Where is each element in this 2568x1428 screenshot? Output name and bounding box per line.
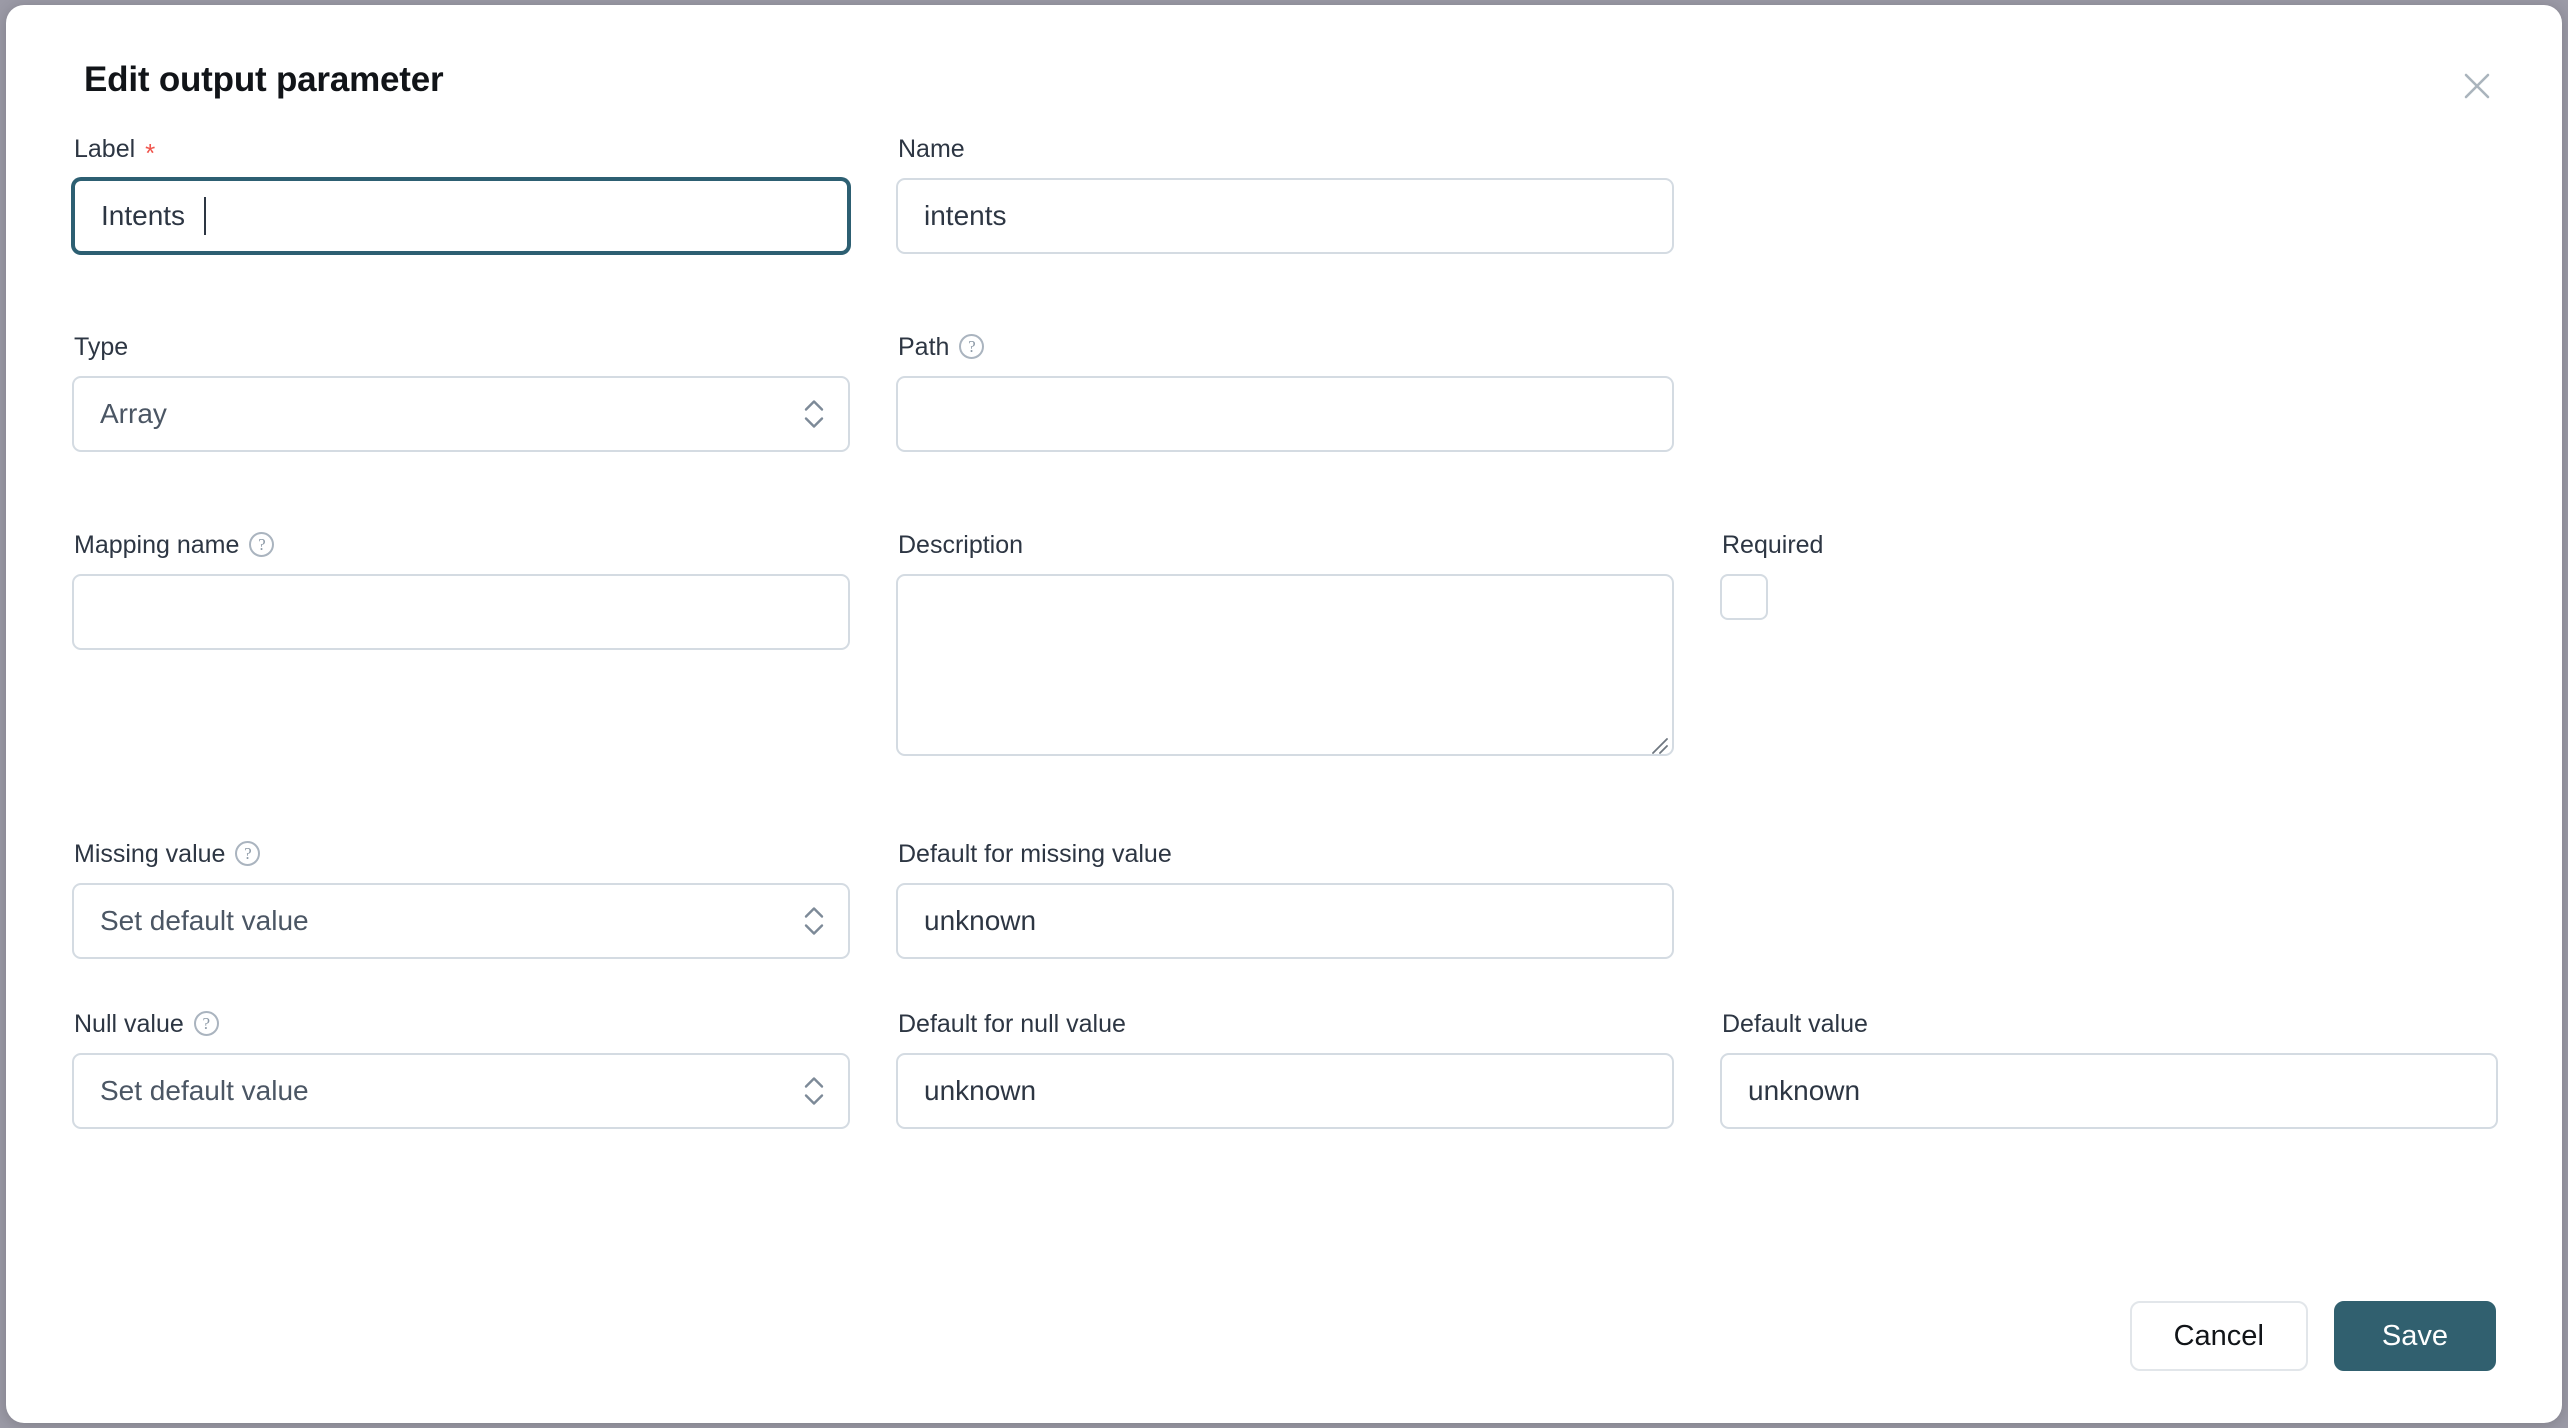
grid-gap [1674,254,1720,332]
close-icon[interactable] [2454,63,2500,109]
grid-empty-cell [1720,761,2498,839]
required-field-caption: Required [1722,530,2498,560]
save-button[interactable]: Save [2334,1301,2496,1371]
grid-empty-cell [1720,452,2498,530]
null-value-field-text: Null value [74,1009,184,1039]
grid-gap [850,254,896,332]
grid-gap [850,1009,896,1129]
grid-gap [1674,1009,1720,1129]
required-asterisk-icon: * [145,140,155,166]
modal-backdrop: Edit output parameter Label * [0,0,2568,1428]
grid-gap [850,959,896,1009]
description-field-text: Description [898,530,1023,560]
field-default-for-missing-value: Default for missing value [896,839,1674,959]
default-value-input[interactable] [1720,1053,2498,1129]
default-for-null-value-text: Default for null value [898,1009,1126,1039]
description-field-caption: Description [898,530,1674,560]
row-spacer [896,254,1674,332]
label-field-caption: Label * [74,134,850,164]
name-field-caption: Name [898,134,1674,164]
field-label: Label * [72,134,850,254]
mapping-name-field-caption: Mapping name ? [74,530,850,560]
default-for-null-value-caption: Default for null value [898,1009,1674,1039]
name-field-text: Name [898,134,965,164]
null-value-select-value: Set default value [100,1075,309,1107]
text-caret [204,197,206,235]
grid-empty-cell [1720,839,2498,959]
help-icon[interactable]: ? [235,841,260,866]
row-spacer [72,959,850,1009]
description-textarea[interactable] [896,574,1674,756]
label-field-text: Label [74,134,135,164]
dialog-title: Edit output parameter [84,61,2496,100]
path-field-caption: Path ? [898,332,1674,362]
required-field-text: Required [1722,530,1823,560]
grid-gap [850,452,896,530]
null-value-select[interactable]: Set default value [72,1053,850,1129]
missing-value-select-value: Set default value [100,905,309,937]
grid-gap [1674,839,1720,959]
path-input[interactable] [896,376,1674,452]
field-default-for-null-value: Default for null value [896,1009,1674,1129]
null-value-field-caption: Null value ? [74,1009,850,1039]
type-field-caption: Type [74,332,850,362]
grid-gap [1674,530,1720,761]
default-value-caption: Default value [1722,1009,2498,1039]
default-for-missing-value-input[interactable] [896,883,1674,959]
cancel-button[interactable]: Cancel [2130,1301,2308,1371]
edit-output-parameter-dialog: Edit output parameter Label * [6,5,2562,1423]
grid-gap [850,332,896,452]
row-spacer [896,761,1674,839]
mapping-name-field-text: Mapping name [74,530,239,560]
grid-empty-cell [1720,332,2498,452]
missing-value-field-text: Missing value [74,839,225,869]
default-for-missing-value-caption: Default for missing value [898,839,1674,869]
type-select-value: Array [100,398,167,430]
default-for-missing-value-text: Default for missing value [898,839,1172,869]
row-spacer [896,959,1674,1009]
grid-empty-cell [1720,254,2498,332]
field-type: Type Array [72,332,850,452]
field-mapping-name: Mapping name ? [72,530,850,761]
default-value-text: Default value [1722,1009,1868,1039]
field-path: Path ? [896,332,1674,452]
help-icon[interactable]: ? [194,1011,219,1036]
label-input[interactable] [72,178,850,254]
default-for-null-value-input[interactable] [896,1053,1674,1129]
grid-gap [1674,452,1720,530]
grid-gap [850,134,896,254]
field-description: Description [896,530,1674,761]
row-spacer [72,761,850,839]
grid-empty-cell [1720,959,2498,1009]
grid-gap [1674,332,1720,452]
missing-value-field-caption: Missing value ? [74,839,850,869]
grid-gap [1674,134,1720,254]
grid-gap [850,839,896,959]
dialog-footer: Cancel Save [2130,1301,2496,1371]
mapping-name-input[interactable] [72,574,850,650]
type-select[interactable]: Array [72,376,850,452]
grid-gap [850,530,896,761]
path-field-text: Path [898,332,949,362]
grid-gap [1674,959,1720,1009]
help-icon[interactable]: ? [959,334,984,359]
field-missing-value: Missing value ? Set default value [72,839,850,959]
type-field-text: Type [74,332,128,362]
field-default-value: Default value [1720,1009,2498,1129]
parameter-form: Label * Name [72,134,2496,1129]
missing-value-select[interactable]: Set default value [72,883,850,959]
row-spacer [896,452,1674,530]
grid-empty-cell [1720,134,2498,254]
name-input[interactable] [896,178,1674,254]
required-checkbox[interactable] [1720,574,1768,620]
field-name: Name [896,134,1674,254]
grid-gap [1674,761,1720,839]
row-spacer [72,452,850,530]
row-spacer [72,254,850,332]
grid-gap [850,761,896,839]
field-required: Required [1720,530,2498,761]
field-null-value: Null value ? Set default value [72,1009,850,1129]
help-icon[interactable]: ? [249,532,274,557]
